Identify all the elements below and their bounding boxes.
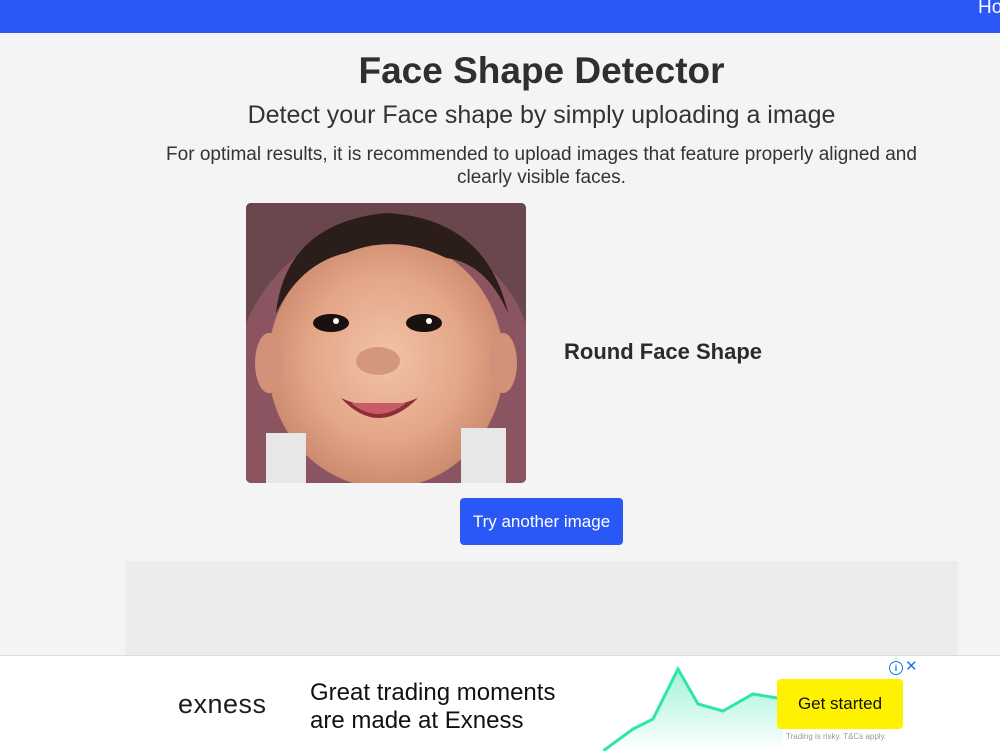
nav-item-home[interactable]: Ho (978, 0, 1000, 19)
ad-content[interactable]: exness Great trading moments are made at… (163, 659, 920, 751)
face-photo-illustration (246, 203, 526, 483)
bottom-ad-banner: exness Great trading moments are made at… (0, 655, 1000, 751)
ad-headline: Great trading moments are made at Exness (310, 679, 630, 735)
ad-chart-graphic (603, 665, 783, 751)
close-icon[interactable]: ✕ (905, 659, 918, 675)
ad-headline-line-1: Great trading moments (310, 679, 556, 706)
ad-headline-line-2: are made at Exness (310, 707, 524, 734)
top-navigation-bar: Ho (0, 0, 1000, 33)
page-subtitle: Detect your Face shape by simply uploadi… (247, 101, 836, 129)
ad-placeholder (125, 561, 958, 656)
face-shape-result: Round Face Shape (564, 339, 763, 364)
page-title: Face Shape Detector (358, 50, 725, 91)
info-icon[interactable]: i (889, 661, 903, 675)
ad-disclaimer: Trading is risky. T&Cs apply. (786, 732, 887, 741)
upload-recommendation-note: For optimal results, it is recommended t… (166, 144, 917, 188)
uploaded-face-photo (246, 203, 526, 483)
ad-brand-logo: exness (178, 689, 267, 719)
get-started-button[interactable]: Get started (777, 679, 903, 729)
try-another-image-button[interactable]: Try another image (460, 498, 623, 545)
